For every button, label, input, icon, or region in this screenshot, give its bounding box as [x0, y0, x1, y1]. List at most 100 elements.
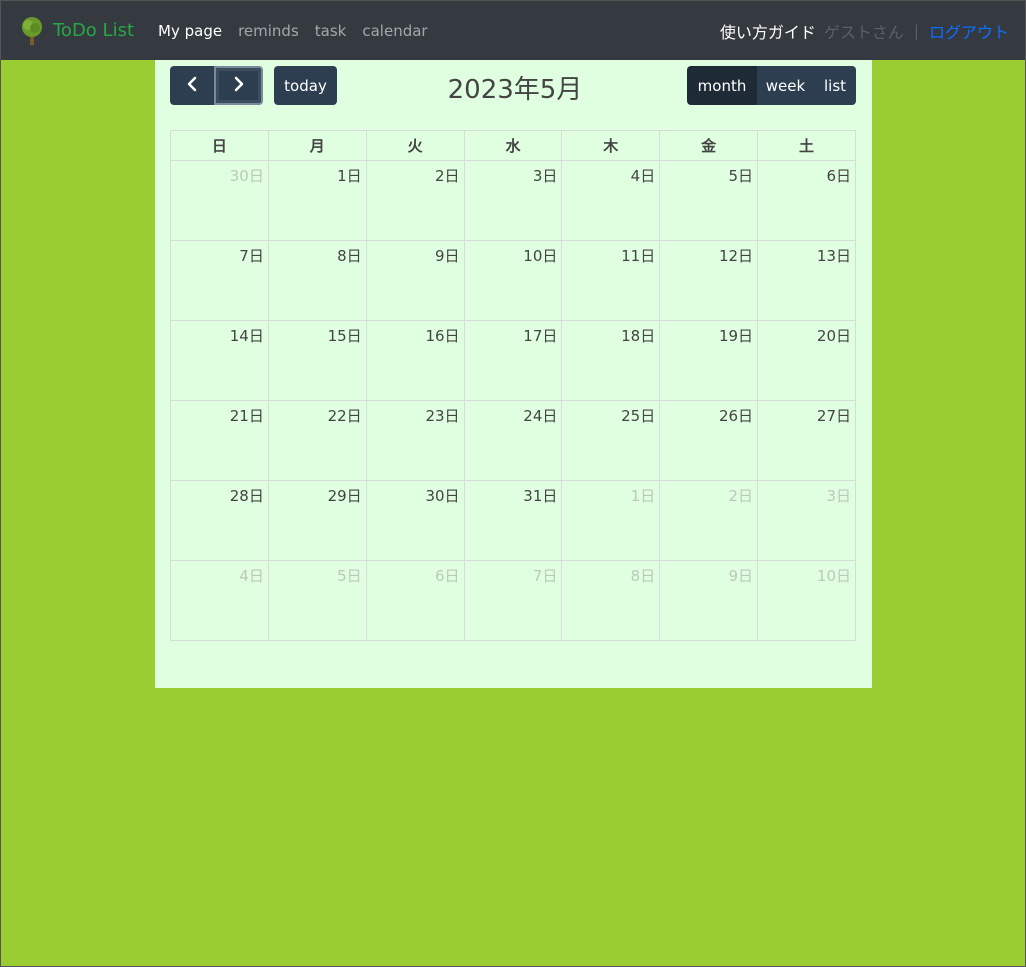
calendar-day-cell[interactable]: 14日	[170, 320, 269, 401]
day-number[interactable]: 25日	[621, 407, 655, 425]
day-number[interactable]: 6日	[826, 167, 851, 185]
day-number[interactable]: 26日	[719, 407, 753, 425]
calendar-day-cell[interactable]: 5日	[267, 560, 367, 641]
day-number[interactable]: 27日	[817, 407, 851, 425]
brand-link[interactable]: ToDo List	[19, 1, 134, 60]
chevron-left-icon	[186, 76, 198, 96]
calendar-day-cell[interactable]: 16日	[365, 320, 465, 401]
day-number[interactable]: 5日	[729, 167, 754, 185]
view-list-button[interactable]: list	[814, 66, 856, 105]
day-number[interactable]: 6日	[435, 567, 460, 585]
nav-link-calendar[interactable]: calendar	[362, 22, 427, 40]
calendar-day-cell[interactable]: 7日	[463, 560, 563, 641]
weekday-header: 土	[757, 130, 856, 161]
calendar-day-cell[interactable]: 30日	[170, 160, 269, 241]
today-button[interactable]: today	[274, 66, 337, 105]
day-number[interactable]: 1日	[337, 167, 362, 185]
day-number[interactable]: 23日	[425, 407, 459, 425]
view-week-button[interactable]: week	[757, 66, 814, 105]
day-number[interactable]: 11日	[621, 247, 655, 265]
day-number[interactable]: 29日	[328, 487, 362, 505]
day-number[interactable]: 20日	[817, 327, 851, 345]
calendar-day-cell[interactable]: 26日	[659, 400, 759, 481]
day-number[interactable]: 1日	[631, 487, 656, 505]
calendar-day-cell[interactable]: 17日	[463, 320, 563, 401]
day-number[interactable]: 4日	[631, 167, 656, 185]
calendar-day-cell[interactable]: 25日	[561, 400, 661, 481]
nav-link-reminds[interactable]: reminds	[238, 22, 299, 40]
view-month-button[interactable]: month	[687, 66, 757, 105]
calendar-day-cell[interactable]: 11日	[561, 240, 661, 321]
calendar-day-cell[interactable]: 9日	[365, 240, 465, 321]
day-number[interactable]: 28日	[230, 487, 264, 505]
day-number[interactable]: 7日	[533, 567, 558, 585]
calendar-day-cell[interactable]: 3日	[757, 480, 856, 561]
day-number[interactable]: 12日	[719, 247, 753, 265]
calendar-day-cell[interactable]: 3日	[463, 160, 563, 241]
calendar-day-cell[interactable]: 15日	[267, 320, 367, 401]
calendar-day-cell[interactable]: 4日	[170, 560, 269, 641]
calendar-day-cell[interactable]: 8日	[561, 560, 661, 641]
calendar-day-cell[interactable]: 24日	[463, 400, 563, 481]
day-number[interactable]: 2日	[729, 487, 754, 505]
calendar-day-cell[interactable]: 1日	[267, 160, 367, 241]
calendar-day-cell[interactable]: 2日	[659, 480, 759, 561]
day-number[interactable]: 30日	[230, 167, 264, 185]
calendar-day-cell[interactable]: 13日	[757, 240, 856, 321]
calendar-day-cell[interactable]: 23日	[365, 400, 465, 481]
logout-link[interactable]: ログアウト	[929, 19, 1009, 43]
day-number[interactable]: 21日	[230, 407, 264, 425]
calendar-day-cell[interactable]: 1日	[561, 480, 661, 561]
calendar-day-cell[interactable]: 30日	[365, 480, 465, 561]
day-number[interactable]: 22日	[328, 407, 362, 425]
calendar-day-cell[interactable]: 12日	[659, 240, 759, 321]
day-number[interactable]: 13日	[817, 247, 851, 265]
day-number[interactable]: 10日	[817, 567, 851, 585]
calendar-day-cell[interactable]: 9日	[659, 560, 759, 641]
calendar-day-cell[interactable]: 6日	[365, 560, 465, 641]
calendar-day-cell[interactable]: 22日	[267, 400, 367, 481]
calendar-day-cell[interactable]: 4日	[561, 160, 661, 241]
calendar-day-cell[interactable]: 5日	[659, 160, 759, 241]
day-number[interactable]: 9日	[729, 567, 754, 585]
calendar-day-cell[interactable]: 27日	[757, 400, 856, 481]
day-number[interactable]: 18日	[621, 327, 655, 345]
next-button[interactable]	[214, 66, 263, 105]
calendar-day-cell[interactable]: 19日	[659, 320, 759, 401]
day-number[interactable]: 14日	[230, 327, 264, 345]
calendar-day-cell[interactable]: 29日	[267, 480, 367, 561]
day-number[interactable]: 24日	[523, 407, 557, 425]
day-number[interactable]: 19日	[719, 327, 753, 345]
day-number[interactable]: 4日	[239, 567, 264, 585]
day-number[interactable]: 8日	[337, 247, 362, 265]
calendar-day-cell[interactable]: 8日	[267, 240, 367, 321]
prev-button[interactable]	[170, 66, 214, 105]
day-number[interactable]: 31日	[523, 487, 557, 505]
day-number[interactable]: 2日	[435, 167, 460, 185]
calendar-day-cell[interactable]: 7日	[170, 240, 269, 321]
day-number[interactable]: 16日	[425, 327, 459, 345]
chevron-right-icon	[233, 76, 245, 96]
calendar-day-cell[interactable]: 2日	[365, 160, 465, 241]
calendar-day-cell[interactable]: 20日	[757, 320, 856, 401]
nav-link-task[interactable]: task	[315, 22, 347, 40]
day-number[interactable]: 10日	[523, 247, 557, 265]
day-number[interactable]: 9日	[435, 247, 460, 265]
day-number[interactable]: 5日	[337, 567, 362, 585]
day-number[interactable]: 15日	[328, 327, 362, 345]
calendar-day-cell[interactable]: 21日	[170, 400, 269, 481]
day-number[interactable]: 7日	[239, 247, 264, 265]
day-number[interactable]: 30日	[425, 487, 459, 505]
guide-link[interactable]: 使い方ガイド	[720, 19, 816, 43]
calendar-day-cell[interactable]: 18日	[561, 320, 661, 401]
day-number[interactable]: 3日	[533, 167, 558, 185]
day-number[interactable]: 17日	[523, 327, 557, 345]
calendar-day-cell[interactable]: 6日	[757, 160, 856, 241]
calendar-day-cell[interactable]: 31日	[463, 480, 563, 561]
calendar-day-cell[interactable]: 10日	[463, 240, 563, 321]
day-number[interactable]: 8日	[631, 567, 656, 585]
calendar-day-cell[interactable]: 28日	[170, 480, 269, 561]
nav-link-mypage[interactable]: My page	[158, 22, 222, 40]
day-number[interactable]: 3日	[826, 487, 851, 505]
calendar-day-cell[interactable]: 10日	[757, 560, 856, 641]
